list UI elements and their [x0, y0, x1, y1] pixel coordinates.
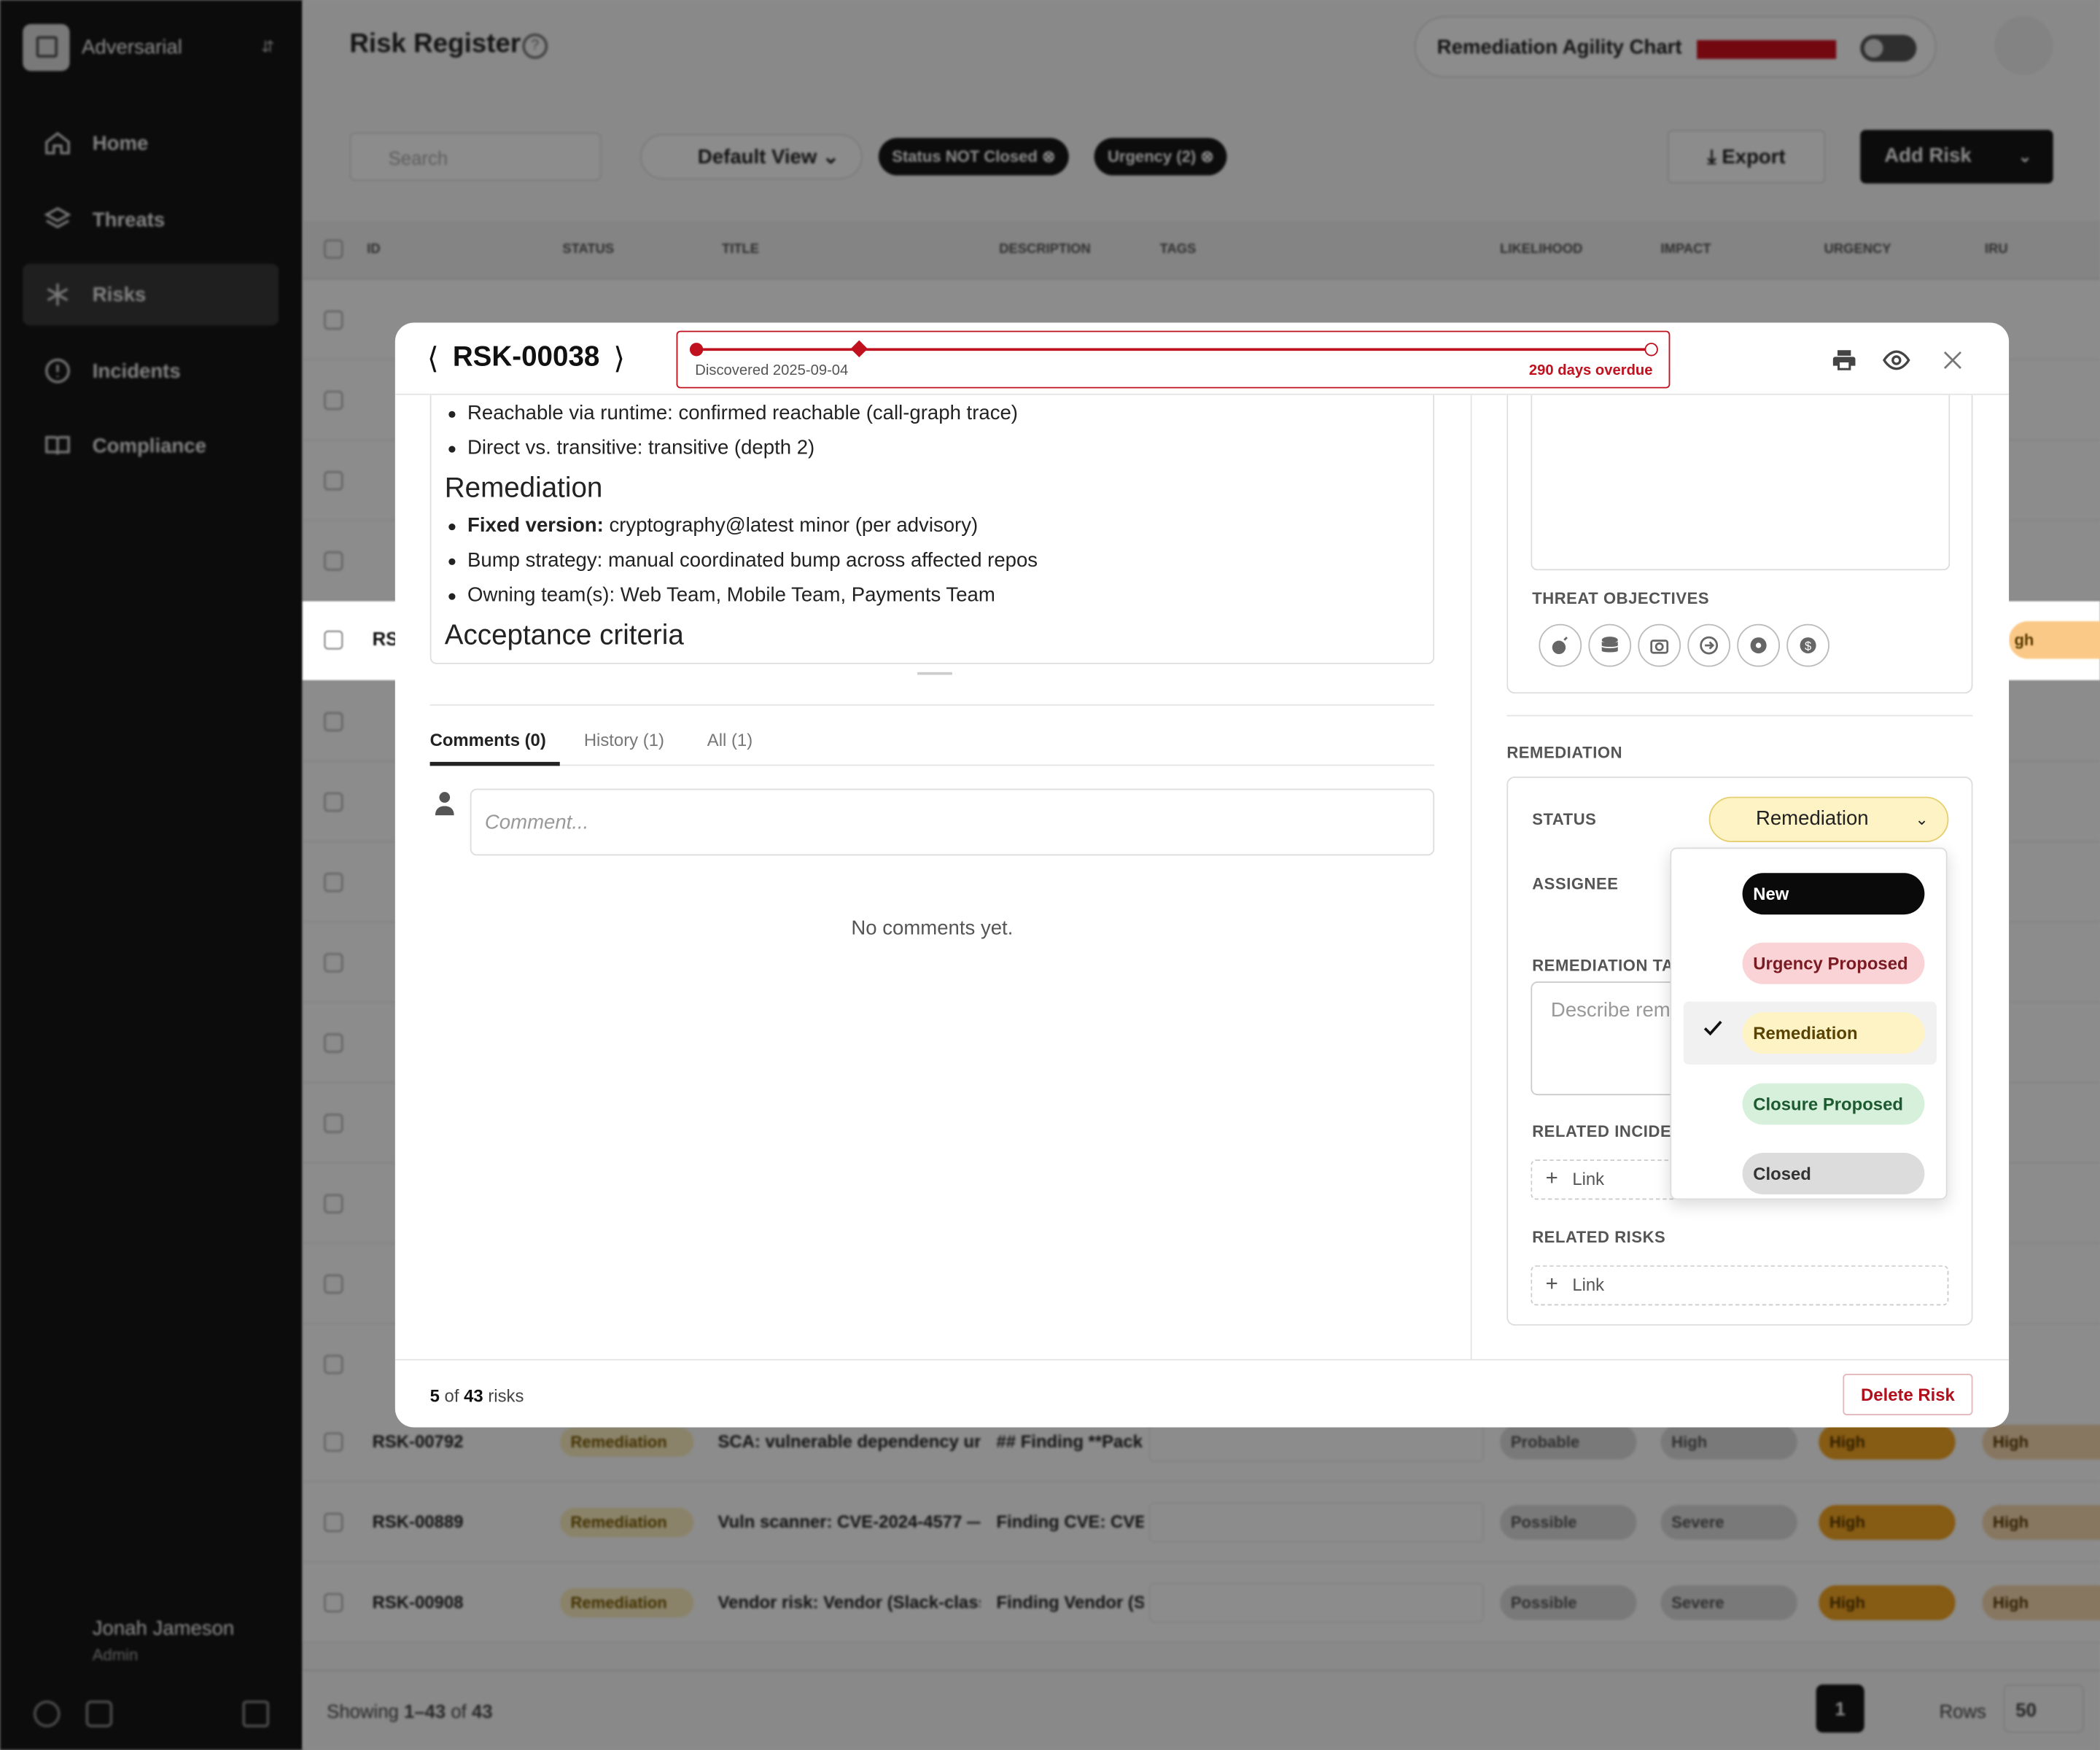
- modal-footer: 5 of 43 risks Delete Risk: [394, 1358, 2010, 1428]
- fixed-version-value: cryptography@latest minor (per advisory): [603, 514, 979, 537]
- close-icon[interactable]: [1938, 346, 1967, 375]
- status-option-urgency-proposed[interactable]: Urgency Proposed: [1684, 932, 1937, 995]
- description-bullet: Direct vs. transitive: transitive (depth…: [445, 431, 1434, 466]
- status-option-closed[interactable]: Closed: [1684, 1142, 1937, 1198]
- gear-icon[interactable]: [1737, 623, 1781, 667]
- plus-icon: +: [1545, 1167, 1558, 1191]
- risk-position-total: 43: [464, 1385, 483, 1407]
- delete-risk-button[interactable]: Delete Risk: [1843, 1374, 1973, 1415]
- prev-risk-icon[interactable]: ⟨: [427, 341, 439, 376]
- risk-position-of: of: [444, 1385, 459, 1407]
- iru-badge: gh: [2009, 621, 2100, 659]
- row-checkbox[interactable]: [324, 630, 343, 650]
- user-avatar-icon: [435, 791, 454, 822]
- plus-icon: +: [1545, 1273, 1558, 1296]
- check-icon: [1703, 1019, 1722, 1043]
- related-risks-label: RELATED RISKS: [1532, 1227, 1666, 1247]
- timeline-start-dot: [689, 343, 704, 357]
- threat-objectives-label: THREAT OBJECTIVES: [1532, 588, 1710, 608]
- status-dropdown-menu: New Urgency Proposed Remediation Closure…: [1670, 847, 1948, 1200]
- dollar-icon[interactable]: $: [1786, 623, 1829, 667]
- tab-all[interactable]: All (1): [707, 730, 752, 750]
- tab-history[interactable]: History (1): [584, 730, 664, 750]
- risk-position-index: 5: [429, 1385, 440, 1407]
- risk-position: 5 of 43 risks: [430, 1386, 524, 1407]
- risk-id-title: RSK-00038: [452, 341, 600, 373]
- status-select-value: Remediation: [1755, 807, 1869, 831]
- status-label: STATUS: [1532, 809, 1597, 829]
- risk-detail-modal: ⟨ RSK-00038 ⟩ Discovered 2025-09-04 290 …: [394, 322, 2010, 1428]
- overdue-timeline: Discovered 2025-09-04 290 days overdue: [676, 330, 1671, 389]
- svg-text:$: $: [1805, 639, 1811, 653]
- chevron-down-icon: ⌄: [1915, 809, 1929, 829]
- bomb-icon[interactable]: [1539, 623, 1582, 667]
- camera-icon[interactable]: [1638, 623, 1681, 667]
- status-option-label: New: [1742, 873, 1925, 915]
- fixed-version-label: Fixed version:: [467, 514, 604, 537]
- related-incidents-label: RELATED INCIDE: [1532, 1121, 1672, 1141]
- print-icon[interactable]: [1829, 346, 1859, 375]
- timeline-line: [695, 348, 1650, 351]
- link-label: Link: [1572, 1169, 1605, 1189]
- description-heading: Acceptance criteria: [444, 620, 684, 651]
- page: Adversarial ⇵ Home Threats Risks Inciden…: [0, 0, 2100, 1750]
- arrow-right-circle-icon[interactable]: [1687, 623, 1731, 667]
- activity-tabs: Comments (0) History (1) All (1): [429, 704, 1435, 766]
- remediation-section-label: REMEDIATION: [1506, 743, 1623, 762]
- status-option-closure-proposed[interactable]: Closure Proposed: [1684, 1073, 1937, 1135]
- pane-divider: [1470, 394, 1472, 1359]
- status-select[interactable]: Remediation ⌄: [1708, 796, 1949, 843]
- empty-comments-text: No comments yet.: [851, 917, 1014, 941]
- status-option-label: Remediation: [1742, 1012, 1925, 1054]
- description-bullet: Fixed version: cryptography@latest minor…: [445, 509, 1434, 544]
- discovered-date: Discovered 2025-09-04: [695, 362, 849, 379]
- remediation-tasks-label: REMEDIATION TA: [1532, 956, 1674, 975]
- link-risk-button[interactable]: + Link: [1531, 1265, 1949, 1306]
- resize-handle[interactable]: [917, 672, 952, 675]
- timeline-end-dot: [1644, 343, 1658, 357]
- next-risk-icon[interactable]: ⟩: [613, 341, 625, 376]
- status-option-label: Closure Proposed: [1742, 1083, 1925, 1125]
- status-option-new[interactable]: New: [1684, 863, 1937, 925]
- eye-icon[interactable]: [1882, 346, 1911, 375]
- status-option-label: Closed: [1742, 1153, 1925, 1194]
- timeline-marker: [850, 340, 868, 358]
- threat-objectives: $: [1539, 623, 1836, 667]
- status-option-label: Urgency Proposed: [1742, 942, 1925, 984]
- risk-position-unit: risks: [488, 1385, 524, 1407]
- description-bullet: Owning team(s): Web Team, Mobile Team, P…: [445, 578, 1434, 613]
- threat-card: THREAT OBJECTIVES $: [1506, 394, 1973, 694]
- description-bullet: Bump strategy: manual coordinated bump a…: [445, 544, 1434, 579]
- section-divider: [1506, 715, 1973, 717]
- tab-comments[interactable]: Comments (0): [430, 730, 546, 750]
- link-label: Link: [1572, 1275, 1605, 1295]
- database-icon[interactable]: [1588, 623, 1632, 667]
- active-tab-indicator: [429, 761, 560, 766]
- description-heading: Remediation: [444, 472, 603, 504]
- modal-header: ⟨ RSK-00038 ⟩ Discovered 2025-09-04 290 …: [394, 323, 2010, 395]
- assignee-label: ASSIGNEE: [1532, 874, 1619, 893]
- threat-notes-textarea[interactable]: [1531, 394, 1951, 571]
- comment-input[interactable]: Comment...: [470, 788, 1435, 856]
- description-bullet: Reachable via runtime: confirmed reachab…: [445, 397, 1434, 432]
- description-viewer[interactable]: Reachable via runtime: confirmed reachab…: [429, 394, 1435, 664]
- link-incident-button[interactable]: + Link: [1531, 1159, 1679, 1200]
- overdue-text: 290 days overdue: [1528, 362, 1653, 379]
- status-option-remediation[interactable]: Remediation: [1683, 1001, 1937, 1065]
